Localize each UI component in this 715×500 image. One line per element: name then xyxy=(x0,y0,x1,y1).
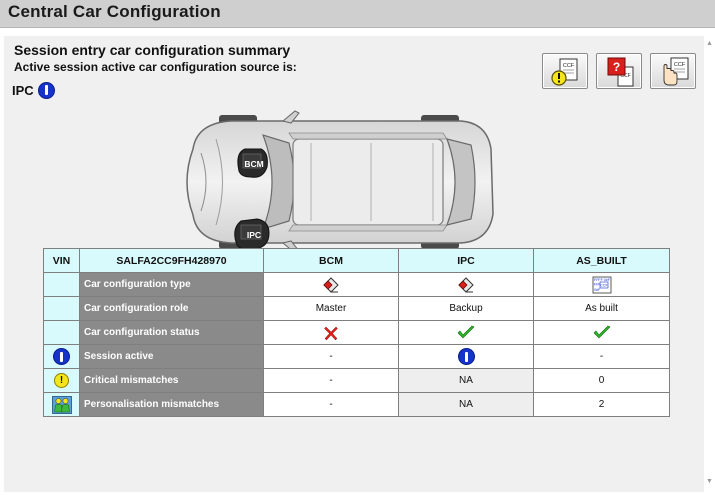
title-bar: Central Car Configuration xyxy=(0,0,715,28)
eraser-module-icon xyxy=(323,276,339,293)
ccf-hand-icon-text: CCF xyxy=(674,62,686,68)
table-row: Car configuration type FFFF 0#F FFF CCF 0#F xyxy=(43,272,670,297)
table-cell: 2 xyxy=(533,392,670,417)
red-cross-icon xyxy=(324,326,338,340)
table-cell: - xyxy=(263,344,399,369)
select-ccf-button[interactable]: CCF xyxy=(650,53,696,89)
table-cell xyxy=(398,344,534,369)
header-ipc: IPC xyxy=(398,248,534,273)
table-cell: Backup xyxy=(398,296,534,321)
table-row: Car configuration role Master Backup As bui… xyxy=(43,296,670,321)
table-cell xyxy=(263,272,399,297)
row-label: Personalisation mismatches xyxy=(79,392,264,417)
eraser-module-icon xyxy=(458,276,474,293)
unknown-ccf-button[interactable]: CCF ? xyxy=(596,53,642,89)
table-cell: FFFF 0#F FFF CCF 0#F xyxy=(533,272,670,297)
info-icon xyxy=(457,348,475,365)
row-icon-cell xyxy=(43,320,80,345)
header-as-built: AS_BUILT xyxy=(533,248,670,273)
table-cell xyxy=(263,320,399,345)
ccf-file-icon-text: 0#F xyxy=(594,288,601,292)
vertical-scrollbar[interactable]: ▲ ▼ xyxy=(705,36,715,492)
row-label: Session active xyxy=(79,344,264,369)
table-header-row: VIN SALFA2CC9FH428970 BCM IPC AS_BUILT xyxy=(43,248,670,273)
table-cell xyxy=(533,320,670,345)
header-vin-number: SALFA2CC9FH428970 xyxy=(79,248,264,273)
ccf-warning-icon: CCF xyxy=(551,58,578,86)
car-top-view: BCM IPC xyxy=(186,110,494,254)
table-cell xyxy=(398,320,534,345)
active-source: IPC xyxy=(12,81,55,99)
warning-icon: ! xyxy=(54,373,69,388)
configuration-table: VIN SALFA2CC9FH428970 BCM IPC AS_BUILT C… xyxy=(43,248,670,417)
ccf-question-icon: CCF ? xyxy=(607,57,634,87)
bcm-module-label: BCM xyxy=(244,159,263,169)
table-cell: - xyxy=(263,392,399,417)
ipc-module: IPC xyxy=(234,218,270,250)
green-check-icon xyxy=(593,325,611,338)
ccf-file-icon-text: CCF xyxy=(600,283,608,287)
table-cell: - xyxy=(533,344,670,369)
critical-mismatch-ccf-button[interactable]: CCF xyxy=(542,53,588,89)
ccf-file-icon-text: FFFF 0#F xyxy=(594,278,611,282)
scroll-up-icon[interactable]: ▲ xyxy=(706,40,713,48)
ccf-hand-icon: CCF xyxy=(663,57,689,86)
ccf-file-icon: FFFF 0#FFFF CCF0#F xyxy=(592,276,611,293)
header-vin: VIN xyxy=(43,248,80,273)
active-source-label: IPC xyxy=(12,82,34,98)
row-label: Critical mismatches xyxy=(79,368,264,393)
table-row: Car configuration status xyxy=(43,320,670,345)
row-icon-cell: ! xyxy=(43,368,80,393)
row-icon-cell xyxy=(43,392,80,417)
green-check-icon xyxy=(457,325,475,338)
row-icon-cell xyxy=(43,344,80,369)
window-title: Central Car Configuration xyxy=(8,2,221,21)
ipc-module-label: IPC xyxy=(247,230,261,240)
bcm-module: BCM xyxy=(237,148,268,178)
table-cell: NA xyxy=(398,392,534,417)
row-icon-cell xyxy=(43,272,80,297)
table-cell: Master xyxy=(263,296,399,321)
summary-heading: Session entry car configuration summary xyxy=(14,42,291,58)
table-cell: NA xyxy=(398,368,534,393)
scroll-down-icon[interactable]: ▼ xyxy=(706,478,713,486)
row-label: Car configuration role xyxy=(79,296,264,321)
row-label: Car configuration status xyxy=(79,320,264,345)
table-cell: - xyxy=(263,368,399,393)
ccf-warning-icon-text: CCF xyxy=(563,63,575,69)
info-icon xyxy=(53,348,70,365)
table-cell xyxy=(398,272,534,297)
info-icon xyxy=(37,81,55,99)
row-icon-cell xyxy=(43,296,80,321)
table-row: Session active - - xyxy=(43,344,670,369)
summary-subheading: Active session active car configuration … xyxy=(14,60,297,74)
header-bcm: BCM xyxy=(263,248,399,273)
people-icon xyxy=(51,395,72,414)
row-label: Car configuration type xyxy=(79,272,264,297)
table-row: ! Critical mismatches - NA 0 xyxy=(43,368,670,393)
table-row: Personalisation mismatches - NA 2 xyxy=(43,392,670,417)
table-cell: As built xyxy=(533,296,670,321)
table-cell: 0 xyxy=(533,368,670,393)
svg-text:?: ? xyxy=(613,60,620,74)
